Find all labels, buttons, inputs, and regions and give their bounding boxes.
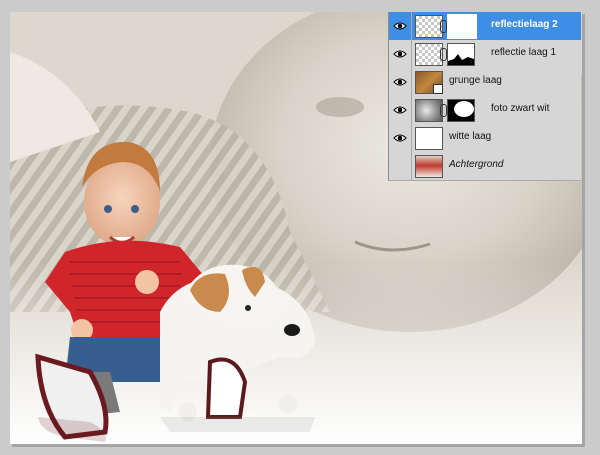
layer-row[interactable]: witte laag (389, 124, 581, 153)
eye-icon (393, 106, 407, 114)
document-shadow-right (582, 14, 585, 446)
layer-row[interactable]: reflectielaag 2 (389, 12, 581, 41)
layer-name: grunge laag (449, 75, 502, 86)
link-chain-icon[interactable] (440, 104, 447, 117)
eye-icon (393, 22, 407, 30)
layer-thumbnail[interactable] (415, 99, 443, 122)
layer-row[interactable]: Achtergrond (389, 152, 581, 181)
eye-icon (393, 50, 407, 58)
visibility-toggle[interactable] (389, 40, 412, 68)
document-shadow-bottom (12, 444, 585, 447)
visibility-toggle[interactable] (389, 124, 412, 152)
visibility-toggle[interactable] (389, 96, 412, 124)
layer-name: reflectie laag 1 (491, 47, 557, 58)
layer-row[interactable]: grunge laag (389, 68, 581, 97)
smart-object-icon (433, 84, 443, 94)
layer-name: foto zwart wit (491, 103, 550, 114)
layer-thumbnail[interactable] (415, 15, 443, 38)
eye-icon (393, 134, 407, 142)
layer-thumbnail[interactable] (415, 127, 443, 150)
layer-mask-thumbnail[interactable] (447, 43, 475, 66)
layer-name: witte laag (449, 131, 492, 142)
visibility-toggle[interactable] (389, 152, 412, 180)
layer-row[interactable]: foto zwart wit (389, 96, 581, 125)
layer-mask-thumbnail[interactable] (447, 99, 475, 122)
layer-thumbnail[interactable] (415, 155, 443, 178)
layer-name: reflectielaag 2 (491, 19, 558, 30)
eye-icon (393, 78, 407, 86)
link-chain-icon[interactable] (440, 48, 447, 61)
visibility-toggle[interactable] (389, 12, 412, 40)
layer-mask-thumbnail[interactable] (447, 14, 477, 39)
layer-row[interactable]: reflectie laag 1 (389, 40, 581, 69)
layers-panel[interactable]: reflectielaag 2 reflectie laag 1 grunge la… (388, 12, 581, 181)
visibility-toggle[interactable] (389, 68, 412, 96)
layer-name: Achtergrond (449, 159, 504, 170)
layer-thumbnail[interactable] (415, 43, 443, 66)
link-chain-icon[interactable] (440, 20, 447, 33)
